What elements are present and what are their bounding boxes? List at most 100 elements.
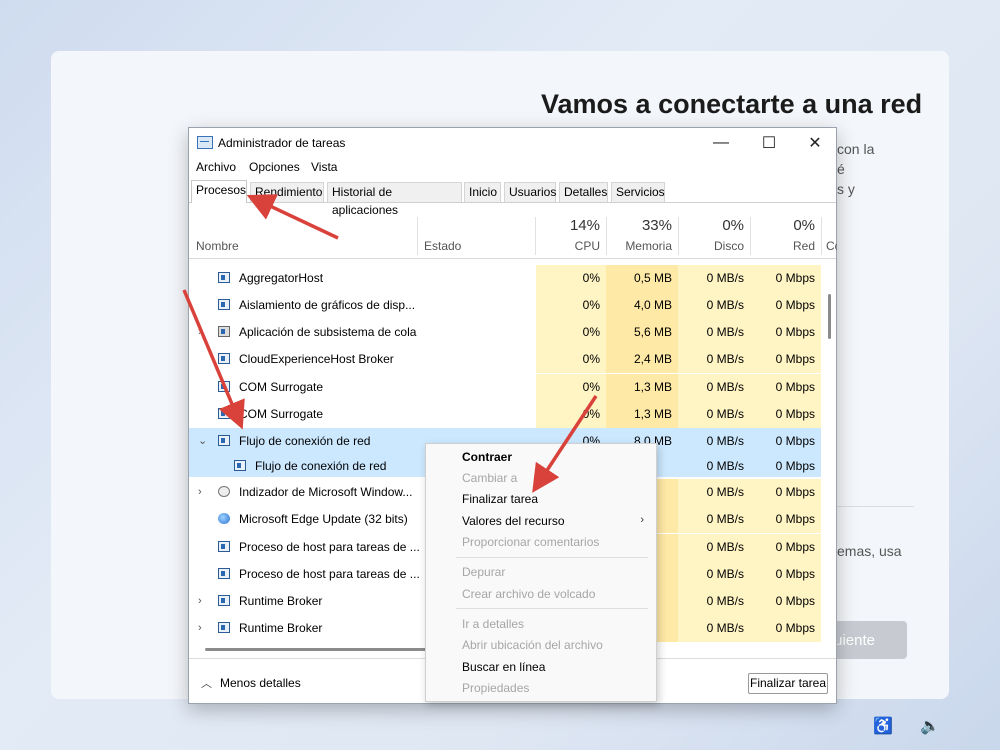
minimize-button[interactable]: — [698,130,744,156]
process-cpu: 0% [536,374,606,401]
header-network[interactable]: 0% Red [750,203,821,258]
tab-historial[interactable]: Historial de aplicaciones [327,182,462,217]
process-name: COM Surrogate [239,407,324,421]
ctx-switch-to: Cambiar a [462,471,518,485]
process-cpu: 0% [536,346,606,373]
process-row[interactable]: COM Surrogate 0% 1,3 MB 0 MB/s 0 Mbps [189,374,821,401]
indexer-icon [218,486,230,497]
header-extra[interactable]: Co [823,203,837,258]
ctx-collapse[interactable]: Contraer [462,450,512,464]
accessibility-icon[interactable]: ♿ [873,716,893,736]
process-disk: 0 MB/s [678,506,750,533]
app-window-icon [234,460,246,471]
app-window-icon [218,381,230,392]
submenu-arrow-icon: › [640,514,644,526]
app-window-icon [218,541,230,552]
process-disk: 0 MB/s [678,534,750,561]
maximize-button[interactable]: ☐ [746,130,792,156]
menu-vista[interactable]: Vista [311,160,337,174]
process-disk: 0 MB/s [678,346,750,373]
header-memory[interactable]: 33% Memoria [606,203,678,258]
vertical-scrollbar[interactable] [822,259,836,645]
process-row[interactable]: › Aplicación de subsistema de cola 0% 5,… [189,319,821,346]
printer-icon [218,326,230,337]
chevron-up-icon: ︿ [201,678,212,690]
less-details-button[interactable]: ︿ Menos detalles [201,675,301,691]
process-name: Flujo de conexión de red [255,459,387,473]
header-name[interactable]: Nombre [189,203,417,258]
header-cpu-label: CPU [574,239,600,253]
oobe-text-fragment: emas, usa [837,543,902,559]
collapse-chevron-icon[interactable]: ⌄ [198,428,207,455]
process-disk: 0 MB/s [678,615,750,642]
process-memory: 1,3 MB [606,401,678,428]
ctx-debug: Depurar [462,565,506,579]
header-extra-label: Co [826,239,837,253]
close-button[interactable]: ✕ [792,130,838,156]
process-name: Proceso de host para tareas de ... [239,567,419,581]
process-row[interactable]: Aislamiento de gráficos de disp... 0% 4,… [189,292,821,319]
volume-icon[interactable]: 🔈 [920,716,940,736]
column-header: Nombre Estado 14% CPU 33% Memoria 0% Dis… [189,203,837,259]
less-details-label: Menos detalles [220,676,301,690]
process-disk: 0 MB/s [678,561,750,588]
ctx-search-online[interactable]: Buscar en línea [462,660,545,674]
menu-separator [456,557,648,558]
tab-servicios[interactable]: Servicios [611,182,665,202]
expand-chevron-icon[interactable]: › [198,588,202,615]
header-disk-pct: 0% [722,217,744,234]
vertical-scroll-thumb[interactable] [828,294,831,339]
app-window-icon [218,595,230,606]
process-row[interactable]: CloudExperienceHost Broker 0% 2,4 MB 0 M… [189,346,821,373]
expand-chevron-icon[interactable]: › [198,319,202,346]
context-menu: Contraer Cambiar a Finalizar tarea Valor… [425,443,657,702]
oobe-divider [834,506,914,507]
tab-procesos[interactable]: Procesos [191,180,247,203]
process-row[interactable]: AggregatorHost 0% 0,5 MB 0 MB/s 0 Mbps [189,265,821,292]
process-memory: 5,6 MB [606,319,678,346]
edge-update-icon [218,513,230,524]
process-disk: 0 MB/s [678,292,750,319]
process-cpu: 0% [536,319,606,346]
header-memory-label: Memoria [625,239,672,253]
ctx-resource-values[interactable]: Valores del recurso [462,514,565,528]
expand-chevron-icon[interactable]: › [198,615,202,642]
window-title: Administrador de tareas [218,136,346,150]
process-memory: 1,3 MB [606,374,678,401]
header-status[interactable]: Estado [418,203,536,258]
expand-chevron-icon[interactable]: › [198,479,202,506]
process-disk: 0 MB/s [678,265,750,292]
menu-archivo[interactable]: Archivo [196,160,236,174]
app-window-icon [218,568,230,579]
ctx-end-task[interactable]: Finalizar tarea [462,492,538,506]
process-name: Flujo de conexión de red [239,434,371,448]
tab-usuarios[interactable]: Usuarios [504,182,556,202]
process-network: 0 Mbps [750,265,821,292]
oobe-title: Vamos a conectarte a una red [541,89,923,119]
app-window-icon [218,272,230,283]
menu-opciones[interactable]: Opciones [249,160,300,174]
tab-detalles[interactable]: Detalles [559,182,608,202]
process-disk: 0 MB/s [678,588,750,615]
menu-bar: Archivo Opciones Vista [189,158,836,178]
header-cpu[interactable]: 14% CPU [536,203,606,258]
process-name: COM Surrogate [239,380,324,394]
header-network-label: Red [792,239,815,253]
column-separator [821,217,822,255]
process-name: Aislamiento de gráficos de disp... [239,298,416,312]
title-bar[interactable]: Administrador de tareas — ☐ ✕ [189,128,836,158]
process-row[interactable]: COM Surrogate 0% 1,3 MB 0 MB/s 0 Mbps [189,401,821,428]
process-network: 0 Mbps [750,292,821,319]
tab-inicio[interactable]: Inicio [464,182,501,202]
process-memory: 0,5 MB [606,265,678,292]
oobe-text-fragment: é [837,161,845,177]
process-network: 0 Mbps [750,401,821,428]
process-network: 0 Mbps [750,506,821,533]
process-name: Runtime Broker [239,594,323,608]
process-disk: 0 MB/s [678,428,750,455]
tab-rendimiento[interactable]: Rendimiento [250,182,324,202]
end-task-button[interactable]: Finalizar tarea [748,673,828,694]
process-cpu: 0% [536,265,606,292]
header-disk[interactable]: 0% Disco [678,203,750,258]
oobe-text-fragment: s y [837,181,855,197]
